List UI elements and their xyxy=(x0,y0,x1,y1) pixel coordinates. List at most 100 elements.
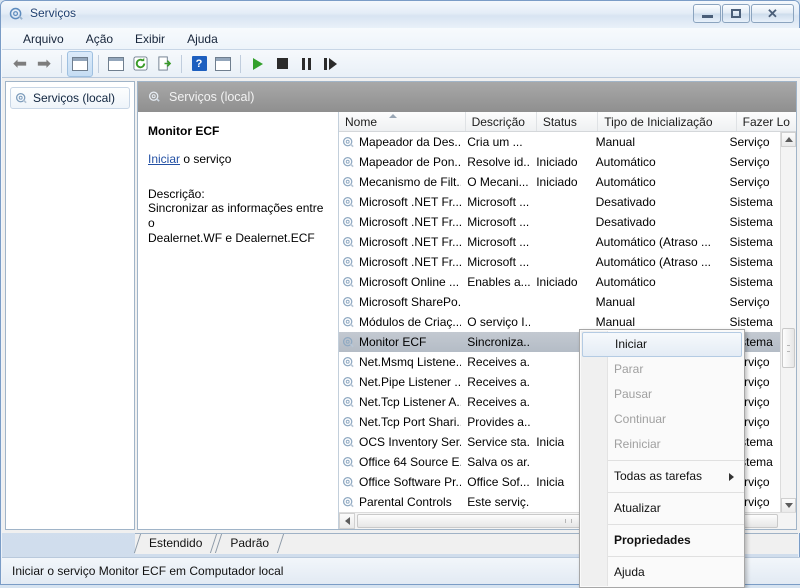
cell-nome: Módulos de Criaç... xyxy=(339,315,461,329)
column-header-status[interactable]: Status xyxy=(537,112,599,131)
toolbar: ⬅ ➡ ? xyxy=(2,50,800,78)
service-name-label: Parental Controls xyxy=(359,495,452,509)
context-menu-item-ajuda[interactable]: Ajuda xyxy=(580,560,744,585)
service-name-label: OCS Inventory Ser... xyxy=(359,435,462,449)
service-gear-icon xyxy=(342,356,354,367)
cell-descricao: Este serviç... xyxy=(467,495,531,509)
menu-acao[interactable]: Ação xyxy=(75,30,124,48)
stop-service-icon[interactable] xyxy=(270,52,294,76)
scroll-up-button[interactable] xyxy=(781,132,796,147)
column-header-fazer-logon[interactable]: Fazer Lo xyxy=(737,112,796,131)
cell-descricao: Sincroniza... xyxy=(467,335,531,349)
services-window: Serviços ✕ Arquivo Ação Exibir Ajuda ⬅ ➡… xyxy=(0,0,800,588)
context-menu-item-atualizar[interactable]: Atualizar xyxy=(580,496,744,521)
column-header-nome-label: Nome xyxy=(345,115,378,129)
context-menu-item-label: Atualizar xyxy=(614,501,661,515)
vertical-scrollbar-thumb[interactable] xyxy=(782,328,795,368)
cell-fazer-logon: Sistema xyxy=(729,255,773,269)
show-hide-tree-icon[interactable] xyxy=(67,50,93,77)
window-title: Serviços xyxy=(30,6,77,20)
cell-tipo-inicializacao: Automático (Atraso ... xyxy=(595,255,712,269)
help-icon[interactable]: ? xyxy=(187,52,211,76)
service-gear-icon xyxy=(342,396,354,407)
cell-nome: Microsoft .NET Fr... xyxy=(339,235,461,249)
table-row[interactable]: Mapeador da Des... Cria um ... Manual Servi… xyxy=(339,132,781,152)
vertical-scrollbar[interactable] xyxy=(780,132,796,513)
column-header-nome[interactable]: Nome xyxy=(339,112,466,131)
list-view-icon[interactable] xyxy=(211,52,235,76)
service-gear-icon xyxy=(342,276,354,287)
refresh-icon[interactable] xyxy=(128,52,152,76)
scroll-left-button[interactable] xyxy=(339,513,355,529)
pause-service-icon[interactable] xyxy=(294,52,318,76)
service-gear-icon xyxy=(342,236,354,247)
cell-nome: Mapeador da Des... xyxy=(339,135,461,149)
export-list-icon[interactable] xyxy=(152,52,176,76)
cell-tipo-inicializacao: Manual xyxy=(595,135,635,149)
forward-icon[interactable]: ➡ xyxy=(32,52,56,76)
menu-arquivo[interactable]: Arquivo xyxy=(12,30,75,48)
cell-nome: Monitor ECF xyxy=(339,335,461,349)
cell-nome: Office 64 Source E... xyxy=(339,455,461,469)
cell-descricao: Office Sof... xyxy=(467,475,530,489)
context-menu-item-pausar: Pausar xyxy=(580,382,744,407)
context-menu-item-label: Iniciar xyxy=(615,337,648,351)
context-menu-item-label: Continuar xyxy=(614,412,667,426)
cell-descricao: Microsoft ... xyxy=(467,215,530,229)
cell-nome: Net.Tcp Port Shari... xyxy=(339,415,461,429)
sidebar-item-servicos-local[interactable]: Serviços (local) xyxy=(10,87,130,109)
service-name-label: Net.Msmq Listene... xyxy=(359,355,462,369)
start-service-link[interactable]: Iniciar xyxy=(148,152,180,166)
start-service-icon[interactable] xyxy=(246,52,270,76)
service-name-label: Mapeador de Pon... xyxy=(359,155,462,169)
console-tree-pane: Serviços (local) xyxy=(5,81,135,530)
list-column-headers: Nome Descrição Status Tipo de Inicializa… xyxy=(339,112,796,132)
table-row[interactable]: Microsoft .NET Fr... Microsoft ... Automát… xyxy=(339,252,781,272)
tab-estendido[interactable]: Estendido xyxy=(135,534,216,553)
sort-ascending-icon xyxy=(389,114,397,118)
menu-exibir[interactable]: Exibir xyxy=(124,30,176,48)
cell-fazer-logon: Sistema xyxy=(729,315,773,329)
column-header-tipo-inicializacao[interactable]: Tipo de Inicialização xyxy=(598,112,737,131)
table-row[interactable]: Mecanismo de Filt... O Mecani... Iniciado A… xyxy=(339,172,781,192)
table-row[interactable]: Microsoft .NET Fr... Microsoft ... Automát… xyxy=(339,232,781,252)
context-menu-item-label: Todas as tarefas xyxy=(614,469,703,483)
context-menu-item-propriedades[interactable]: Propriedades xyxy=(580,528,744,553)
context-menu-separator xyxy=(608,556,744,557)
cell-descricao: Microsoft ... xyxy=(467,195,530,209)
minimize-button[interactable] xyxy=(693,4,721,23)
service-gear-icon xyxy=(342,496,354,507)
services-gear-icon xyxy=(148,91,160,102)
maximize-button[interactable] xyxy=(722,4,750,23)
restart-service-icon[interactable] xyxy=(318,52,342,76)
context-menu-item-label: Reiniciar xyxy=(614,437,661,451)
cell-tipo-inicializacao: Automático xyxy=(595,175,656,189)
close-button[interactable]: ✕ xyxy=(751,4,794,23)
tab-padrao[interactable]: Padrão xyxy=(216,534,283,553)
context-menu-separator xyxy=(608,492,744,493)
column-header-descricao[interactable]: Descrição xyxy=(466,112,537,131)
cell-nome: Microsoft .NET Fr... xyxy=(339,255,461,269)
cell-nome: Office Software Pr... xyxy=(339,475,461,489)
status-bar-text: Iniciar o serviço Monitor ECF em Computa… xyxy=(12,564,284,578)
table-row[interactable]: Mapeador de Pon... Resolve id... Iniciado A… xyxy=(339,152,781,172)
back-icon[interactable]: ⬅ xyxy=(8,52,32,76)
table-row[interactable]: Microsoft .NET Fr... Microsoft ... Desativ… xyxy=(339,212,781,232)
toolbar-separator xyxy=(61,54,62,73)
table-row[interactable]: Microsoft Online ... Enables a... Iniciado… xyxy=(339,272,781,292)
cell-descricao: Receives a... xyxy=(467,355,531,369)
toolbar-separator xyxy=(181,54,182,73)
scroll-down-button[interactable] xyxy=(781,498,796,513)
cell-fazer-logon: Serviço xyxy=(729,175,770,189)
properties-icon[interactable] xyxy=(104,52,128,76)
context-menu-item-label: Propriedades xyxy=(614,533,691,547)
table-row[interactable]: Microsoft .NET Fr... Microsoft ... Desativ… xyxy=(339,192,781,212)
context-menu-item-todas-as-tarefas[interactable]: Todas as tarefas xyxy=(580,464,744,489)
table-row[interactable]: Microsoft SharePo... Manual Serviço xyxy=(339,292,781,312)
service-gear-icon xyxy=(342,476,354,487)
menu-ajuda[interactable]: Ajuda xyxy=(176,30,229,48)
detail-action-suffix: o serviço xyxy=(180,152,232,166)
service-name-label: Office 64 Source E... xyxy=(359,455,462,469)
context-menu-item-label: Ajuda xyxy=(614,565,645,579)
context-menu-item-iniciar[interactable]: Iniciar xyxy=(582,332,742,357)
